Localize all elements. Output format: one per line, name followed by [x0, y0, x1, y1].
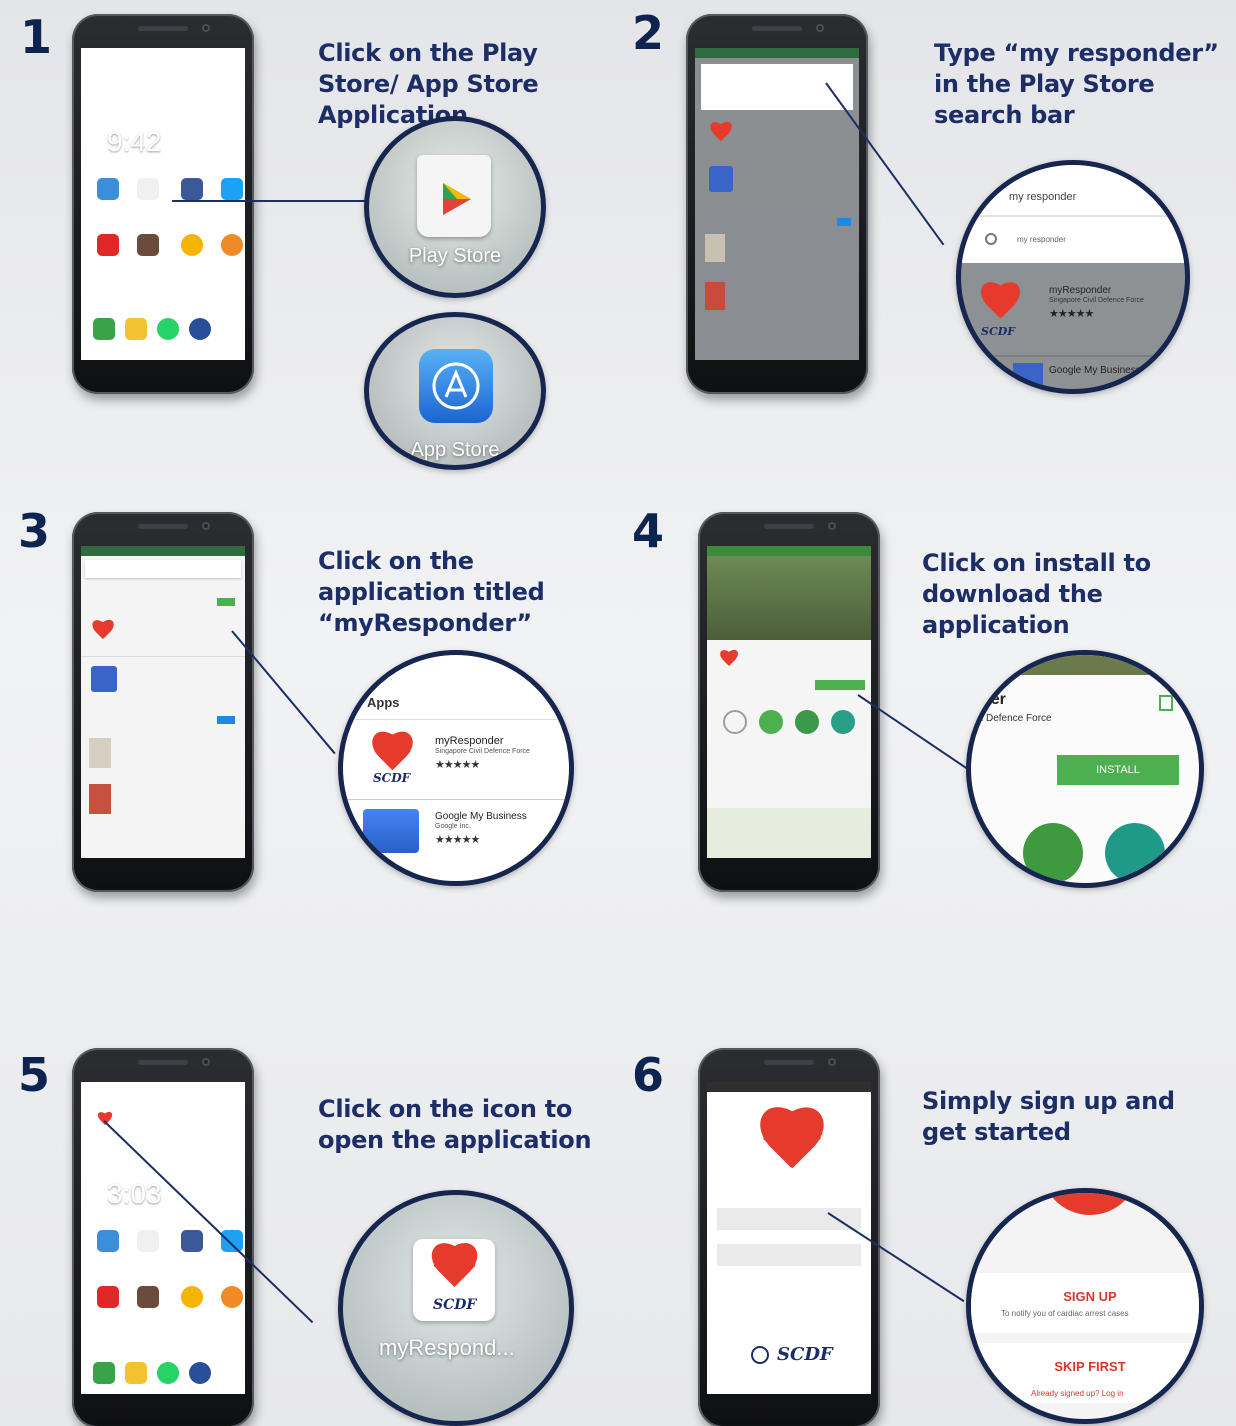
google-my-business-stars: ★★★★★ [435, 834, 480, 846]
play-store-icon[interactable] [137, 178, 159, 200]
myresponder-stars: ★★★★★ [435, 759, 480, 771]
clock: 3:03 [107, 1178, 162, 1209]
twitter-icon[interactable] [221, 178, 243, 200]
result-app-publisher: Singapore Civil Defence Force [1049, 297, 1144, 304]
phone-step-6: SCDF [698, 1048, 880, 1426]
app-store-icon-large[interactable] [419, 349, 493, 423]
google-my-business-name[interactable]: Google My Business [435, 811, 527, 822]
zoom-circle-play-store: Play Store [364, 116, 546, 298]
google-my-business-icon[interactable] [363, 809, 419, 853]
play-store-icon-large[interactable] [417, 155, 491, 237]
medical-kit-icon[interactable] [1023, 823, 1083, 883]
install-button[interactable]: INSTALL [1057, 755, 1179, 785]
sign-up-button[interactable]: SIGN UP [971, 1289, 1199, 1304]
app-store-label: App Store [410, 439, 500, 461]
search-bar[interactable] [85, 560, 241, 578]
cards-icon[interactable] [1105, 823, 1165, 883]
scdf-logo: SCDF [777, 1344, 833, 1365]
feature-image [707, 556, 871, 640]
apps-grid-icon[interactable] [221, 318, 243, 340]
chrome-icon[interactable] [181, 234, 203, 256]
caption-step-5: Click on the icon to open the applicatio… [318, 1095, 592, 1154]
app-title-fragment: der [981, 691, 1006, 708]
phone-step-3 [72, 512, 254, 892]
home-screen: 9:42 [81, 48, 245, 360]
caption-step-6: Simply sign up and get started [922, 1087, 1175, 1146]
myresponder-logo [751, 1110, 831, 1182]
phone-step-1: 9:42 [72, 14, 254, 394]
zoom-circle-app-store: App Store [364, 312, 546, 470]
step-number-6: 6 [632, 1048, 665, 1102]
phone-icon[interactable] [93, 318, 115, 340]
facebook-icon[interactable] [181, 178, 203, 200]
instagram-icon[interactable] [137, 234, 159, 256]
history-icon [985, 233, 997, 245]
skip-first-button-small[interactable] [717, 1244, 861, 1266]
search-results-screen [81, 546, 245, 858]
zoom-circle-install: der l Defence Force INSTALL [966, 650, 1204, 888]
google-my-business-publisher: Google Inc. [435, 823, 471, 830]
myresponder-icon-large[interactable]: SCDF [413, 1239, 495, 1321]
result-stars: ★★★★★ [1049, 308, 1094, 320]
step-number-4: 4 [632, 504, 665, 558]
app-publisher-fragment: l Defence Force [981, 713, 1052, 724]
callout-line-1 [172, 200, 368, 202]
app-icon-2[interactable] [221, 234, 243, 256]
caption-step-4: Click on install to download the applica… [922, 549, 1151, 639]
sign-up-subtitle: To notify you of cardiac arrest cases [1001, 1309, 1129, 1318]
flipboard-icon[interactable] [97, 234, 119, 256]
bookmark-icon[interactable] [1159, 695, 1173, 711]
zoom-circle-results: Apps SCDF myResponder Singapore Civil De… [338, 650, 574, 886]
step-number-1: 1 [20, 10, 53, 64]
myresponder-result-icon[interactable] [91, 620, 115, 644]
home-screen-installed: 3:03 [81, 1082, 245, 1394]
myresponder-app-name[interactable]: myResponder [435, 735, 503, 747]
app-detail-screen [707, 546, 871, 858]
zoom-circle-search: my responder my responder SCDF myRespond… [956, 160, 1190, 394]
play-store-label: Play Store [408, 245, 502, 267]
myresponder-publisher: Singapore Civil Defence Force [435, 748, 530, 755]
phone-step-5: 3:03 [72, 1048, 254, 1426]
search-query-text[interactable]: my responder [1009, 191, 1076, 203]
camera-icon[interactable] [189, 318, 211, 340]
phone-step-2 [686, 14, 868, 394]
zoom-circle-signup: SIGN UP To notify you of cardiac arrest … [966, 1188, 1204, 1424]
step-number-2: 2 [632, 6, 665, 60]
step-number-3: 3 [18, 504, 51, 558]
next-result-app-name[interactable]: Google My Business [1049, 365, 1141, 376]
install-button-small[interactable] [815, 680, 865, 690]
zoom-circle-app-icon: SCDF myRespond... [338, 1190, 574, 1426]
search-suggestion[interactable]: my responder [1017, 235, 1066, 244]
apps-section-label: Apps [367, 695, 400, 710]
caption-step-3: Click on the application titled “myRespo… [318, 547, 545, 637]
phone-step-4 [698, 512, 880, 892]
mail-icon[interactable] [125, 318, 147, 340]
login-link[interactable]: Already signed up? Log in [1031, 1389, 1124, 1398]
step-number-5: 5 [18, 1048, 51, 1102]
clock: 9:42 [107, 126, 162, 157]
app-icon-1[interactable] [97, 178, 119, 200]
whatsapp-icon[interactable] [157, 318, 179, 340]
result-app-name[interactable]: myResponder [1049, 285, 1111, 296]
skip-first-button[interactable]: SKIP FIRST [971, 1359, 1199, 1374]
myresponder-icon-label: myRespond... [379, 1335, 515, 1360]
signup-screen: SCDF [707, 1082, 871, 1394]
caption-step-2: Type “my responder” in the Play Store se… [934, 39, 1219, 129]
